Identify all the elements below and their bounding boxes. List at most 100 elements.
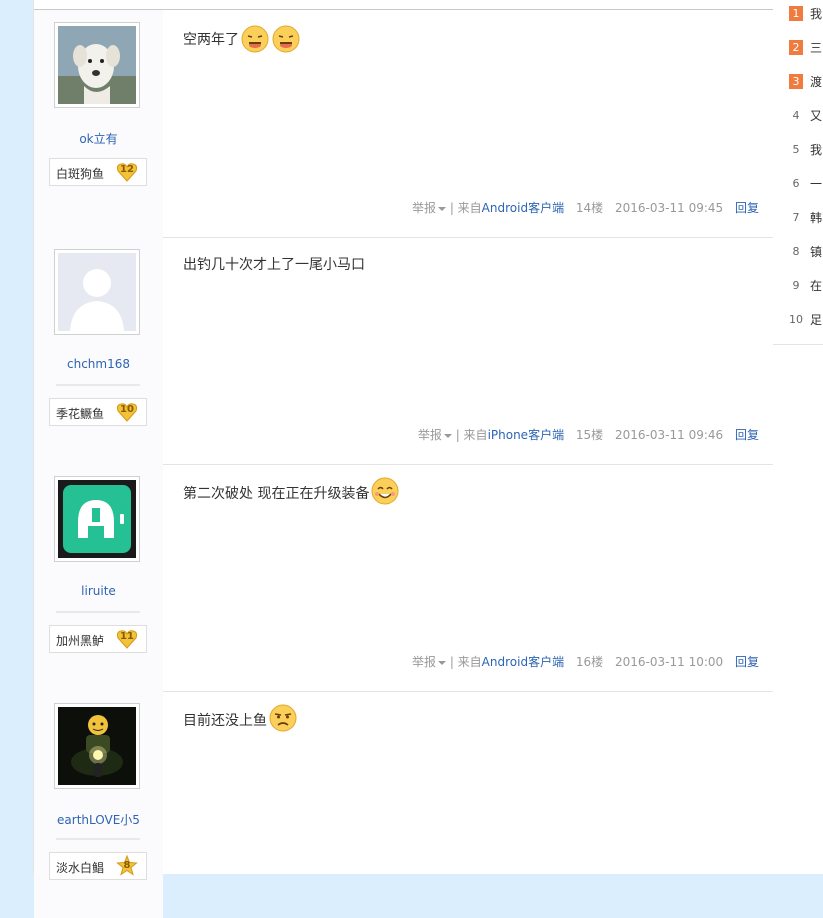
hot-topics-list: 1 我 2 三 3 渡 4 又 5 我 6 一 7 韩 8 镇 9 在 10 足 (773, 0, 823, 345)
avatar[interactable] (54, 249, 140, 335)
hot-topic-title[interactable]: 一 (810, 175, 823, 192)
hot-topic-item[interactable]: 5我 (773, 140, 823, 160)
caret-down-icon (443, 433, 452, 438)
hot-topic-title[interactable]: 镇 (810, 243, 823, 260)
post-meta: 举报 | 来自iPhone客户端 15楼 2016-03-11 09:46 回复 (418, 426, 759, 443)
floor-number: 16楼 (575, 655, 604, 669)
report-dropdown[interactable]: 举报 (418, 428, 452, 442)
report-dropdown[interactable]: 举报 (412, 655, 446, 669)
hot-topic-item[interactable]: 10 足 (773, 310, 823, 330)
hot-topic-rank: 3 (789, 74, 803, 89)
post-content: 出钓几十次才上了一尾小马口 (183, 254, 365, 274)
source-prefix: | 来自 (449, 201, 482, 215)
motorcycle-avatar-image (58, 707, 136, 785)
reply-button[interactable]: 回复 (735, 428, 759, 442)
hot-topic-item[interactable]: 6一 (773, 174, 823, 194)
default-avatar-icon (58, 253, 136, 331)
hot-topic-title[interactable]: 我 (810, 5, 823, 22)
hot-topic-rank: 2 (789, 40, 803, 55)
author-panel: liruite 加州黑鲈 11 (34, 464, 163, 691)
post-floor-17: earthLOVE小5 淡水白鲳 8 目前还没上鱼 (34, 691, 773, 918)
post-content: 目前还没上鱼 (183, 703, 298, 733)
badge-name: 淡水白鲳 (56, 861, 105, 875)
hot-topic-title[interactable]: 我 (810, 141, 823, 158)
post-text: 目前还没上鱼 (183, 713, 267, 729)
divider (56, 838, 140, 840)
caret-down-icon (437, 206, 446, 211)
hot-topic-item[interactable]: 1我 (773, 4, 823, 24)
hot-topic-title[interactable]: 三 (810, 39, 823, 56)
dog-avatar-image (58, 26, 136, 104)
username[interactable]: earthLOVE小5 (34, 811, 163, 828)
post-text: 空两年了 (183, 32, 239, 48)
floor-number: 14楼 (575, 201, 604, 215)
hot-topic-title[interactable]: 在 (810, 277, 823, 294)
fan-badge[interactable]: 淡水白鲳 8 (49, 852, 147, 880)
level-heart-icon: 11 (116, 628, 138, 650)
helmet-avatar-image (58, 480, 136, 558)
tongue-face-icon (271, 24, 301, 54)
fan-badge[interactable]: 季花鳜鱼 10 (49, 398, 147, 426)
hot-topic-item[interactable]: 3渡 (773, 72, 823, 92)
hot-topic-rank: 8 (792, 245, 800, 258)
level-heart-icon: 10 (116, 401, 138, 423)
fan-badge[interactable]: 加州黑鲈 11 (49, 625, 147, 653)
hot-topic-title[interactable]: 足 (810, 311, 823, 328)
post-time: 2016-03-11 10:00 (615, 655, 724, 669)
divider (56, 611, 140, 613)
fan-badge[interactable]: 白斑狗鱼 12 (49, 158, 147, 186)
author-panel: chchm168 季花鳜鱼 10 (34, 237, 163, 464)
source-prefix: | 来自 (455, 428, 488, 442)
post-time: 2016-03-11 09:45 (615, 201, 724, 215)
username[interactable]: ok立有 (34, 130, 163, 147)
hot-topic-item[interactable]: 7韩 (773, 208, 823, 228)
divider (56, 384, 140, 386)
avatar[interactable] (54, 703, 140, 789)
level-number: 10 (120, 404, 134, 415)
hot-topic-title[interactable]: 又 (810, 107, 823, 124)
post-text: 第二次破处 现在正在升级装备 (183, 486, 370, 502)
level-number: 8 (123, 860, 131, 871)
post-floor-16: liruite 加州黑鲈 11 第二次破处 现在正在升级装备 举报 | 来自An… (34, 464, 773, 692)
hot-topic-rank: 5 (792, 143, 800, 156)
client-link[interactable]: Android客户端 (482, 201, 564, 215)
hot-topic-item[interactable]: 2三 (773, 38, 823, 58)
client-link[interactable]: iPhone客户端 (488, 428, 565, 442)
post-time: 2016-03-11 09:46 (615, 428, 724, 442)
thread-main: ok立有 白斑狗鱼 12 空两年了 举报 | 来自Android客户端 14楼 … (33, 0, 774, 918)
tongue-face-icon (240, 24, 270, 54)
hot-topic-item[interactable]: 4又 (773, 106, 823, 126)
level-heart-icon: 12 (116, 161, 138, 183)
hot-topic-title[interactable]: 韩 (810, 209, 823, 226)
client-link[interactable]: Android客户端 (482, 655, 564, 669)
source-prefix: | 来自 (449, 655, 482, 669)
level-number: 11 (120, 631, 134, 642)
post-floor-14: ok立有 白斑狗鱼 12 空两年了 举报 | 来自Android客户端 14楼 … (34, 10, 773, 238)
badge-name: 季花鳜鱼 (56, 407, 105, 421)
hot-topic-rank: 9 (792, 279, 800, 292)
floor-number: 15楼 (575, 428, 604, 442)
hot-topic-item[interactable]: 8镇 (773, 242, 823, 262)
author-panel: ok立有 白斑狗鱼 12 (34, 10, 163, 237)
badge-name: 白斑狗鱼 (56, 167, 105, 181)
hot-topic-rank: 10 (789, 313, 803, 326)
post-floor-15: chchm168 季花鳜鱼 10 出钓几十次才上了一尾小马口 举报 | 来自iP… (34, 237, 773, 465)
hot-topic-title[interactable]: 渡 (810, 73, 823, 90)
post-meta: 举报 | 来自Android客户端 14楼 2016-03-11 09:45 回… (412, 199, 759, 216)
caret-down-icon (437, 660, 446, 665)
reply-button[interactable]: 回复 (735, 655, 759, 669)
hot-topic-item[interactable]: 9在 (773, 276, 823, 296)
report-dropdown[interactable]: 举报 (412, 201, 446, 215)
avatar[interactable] (54, 22, 140, 108)
username[interactable]: liruite (34, 584, 163, 598)
post-content: 第二次破处 现在正在升级装备 (183, 476, 400, 506)
hot-topic-rank: 4 (792, 109, 800, 122)
happy-face-icon (370, 476, 400, 506)
badge-name: 加州黑鲈 (56, 634, 105, 648)
username[interactable]: chchm168 (34, 357, 163, 371)
avatar[interactable] (54, 476, 140, 562)
hot-topic-rank: 6 (792, 177, 800, 190)
right-sidebar: 1 我 2 三 3 渡 4 又 5 我 6 一 7 韩 8 镇 9 在 10 足 (773, 0, 823, 874)
hot-topic-rank: 1 (789, 6, 803, 21)
reply-button[interactable]: 回复 (735, 201, 759, 215)
